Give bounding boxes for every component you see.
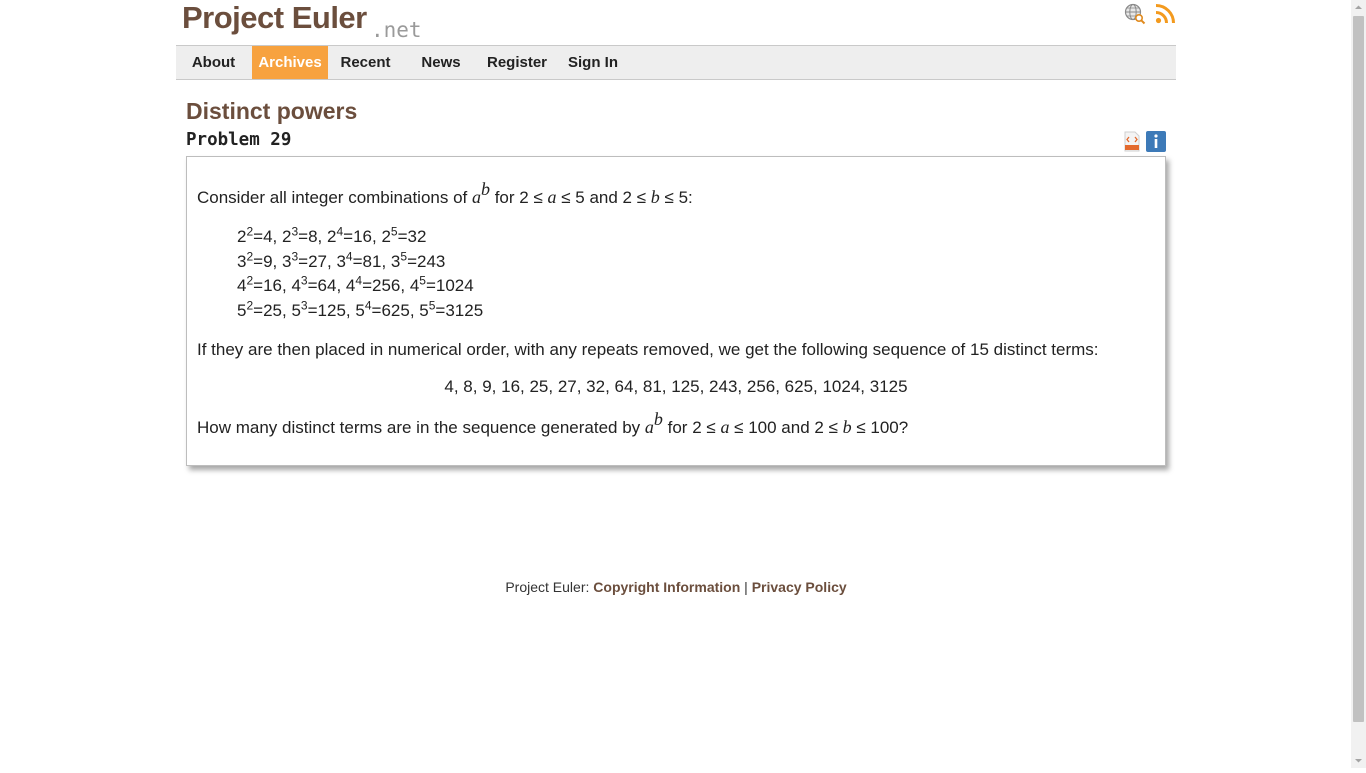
scrollbar-thumb[interactable] [1353,16,1364,722]
power-result: =125 [307,300,346,320]
powers-row: 32=9, 33=27, 34=81, 35=243 [237,248,446,271]
power-term: 34=81 [336,248,382,271]
powers-table: 22=4, 23=8, 24=16, 25=32 32=9, 33=27, 34=… [237,225,483,323]
nav-recent[interactable]: Recent [336,46,395,79]
power-exponent: 3 [300,273,308,288]
nav-about[interactable]: About [184,46,243,79]
site-logo[interactable]: Project Euler .net [182,0,432,44]
power-exponent: 4 [345,248,353,263]
problem-number: Problem 29 [186,130,292,150]
copyright-link[interactable]: Copyright Information [593,579,740,595]
power-result: =256 [362,276,401,295]
power-result: =8 [298,227,318,246]
power-result: =1024 [425,276,474,295]
intro-text: ≤ 5: [659,188,693,207]
power-result: =27 [298,251,327,271]
privacy-link[interactable]: Privacy Policy [752,579,847,595]
logo-text: Project Euler [182,0,367,35]
power-result: =16 [343,227,372,246]
power-term: 55=3125 [419,299,484,320]
rss-icon[interactable] [1154,3,1176,25]
power-exponent: 5 [390,224,398,239]
power-term: 35=243 [390,250,446,271]
power-term: 24=16 [327,225,372,246]
power-term: 45=1024 [409,273,474,295]
powers-row: 42=16, 43=64, 44=256, 45=1024 [237,273,474,295]
power-result: =81 [352,251,382,271]
question-text: for 2 ≤ [662,418,721,437]
question-text: How many distinct terms are in the seque… [197,418,645,437]
power-base: 5 [291,300,301,320]
power-base: 3 [390,251,401,271]
power-base: 5 [355,300,365,320]
power-result: =16 [253,276,282,295]
powers-row: 22=4, 23=8, 24=16, 25=32 [237,224,427,246]
var-b: b [842,417,852,437]
html-icon[interactable] [1122,131,1142,152]
power-term: 32=9 [237,250,273,271]
nav-sign-in[interactable]: Sign In [564,46,622,79]
main-nav: About Archives Recent News Register Sign… [176,45,1176,80]
nav-news[interactable]: News [416,46,466,79]
var-a: a [644,417,654,437]
power-term: 44=256 [345,274,401,295]
power-term: 53=125 [291,297,346,320]
var-a: a [471,187,481,207]
footer-separator: | [740,579,752,595]
scroll-up-arrow-icon[interactable] [1351,0,1366,15]
power-term: 52=25 [237,299,282,320]
power-term: 23=8 [282,225,318,246]
sequence-intro: If they are then placed in numerical ord… [197,340,1099,359]
power-base: 3 [336,251,346,271]
question-text: ≤ 100? [851,418,909,437]
nav-register[interactable]: Register [483,46,551,79]
power-term: 54=625 [355,297,410,320]
scroll-down-arrow-icon[interactable] [1351,753,1366,768]
question-text: ≤ 100 and 2 ≤ [729,418,843,437]
power-result: =25 [253,300,282,320]
problem-question: How many distinct terms are in the seque… [197,410,909,438]
intro-text: ≤ 5 and 2 ≤ [556,188,651,207]
power-base: 4 [291,276,301,295]
power-result: =3125 [435,300,484,320]
power-result: =9 [253,251,273,271]
power-exponent: 3 [300,297,308,312]
var-b-exponent: b [653,409,663,430]
problem-content: Consider all integer combinations of ab … [186,156,1166,466]
powers-row: 52=25, 53=125, 54=625, 55=3125 [237,297,484,320]
footer: Project Euler: Copyright Information | P… [176,579,1176,595]
info-icon[interactable] [1146,131,1166,152]
power-result: =32 [397,227,427,246]
intro-text: for 2 ≤ [489,188,548,207]
power-term: 33=27 [282,250,327,271]
footer-prefix: Project Euler: [505,579,594,595]
distinct-sequence: 4, 8, 9, 16, 25, 27, 32, 64, 81, 125, 24… [444,377,908,396]
power-base: 4 [345,276,356,295]
intro-text: Consider all integer combinations of [197,188,472,207]
globe-search-icon[interactable] [1124,3,1146,25]
power-term: 43=64 [291,273,337,295]
power-term: 42=16 [237,274,282,295]
power-exponent: 4 [364,297,372,312]
problem-title: Distinct powers [186,98,358,124]
power-exponent: 5 [419,273,426,288]
power-result: =4 [253,227,273,246]
power-term: 25=32 [381,224,427,246]
var-b-exponent: b [480,179,490,200]
vertical-scrollbar[interactable] [1351,0,1366,768]
problem-intro: Consider all integer combinations of ab … [197,180,693,208]
power-base: 2 [381,227,391,246]
power-result: =625 [371,300,410,320]
var-b: b [650,187,660,207]
nav-archives[interactable]: Archives [252,46,328,79]
power-term: 22=4 [237,225,273,246]
power-base: 5 [419,300,429,320]
power-base: 4 [409,276,420,295]
power-result: =243 [407,251,446,271]
logo-suffix: .net [371,18,422,42]
page: Project Euler .net About Archives Recent… [0,0,1351,768]
var-a: a [547,187,557,207]
power-result: =64 [307,276,337,295]
